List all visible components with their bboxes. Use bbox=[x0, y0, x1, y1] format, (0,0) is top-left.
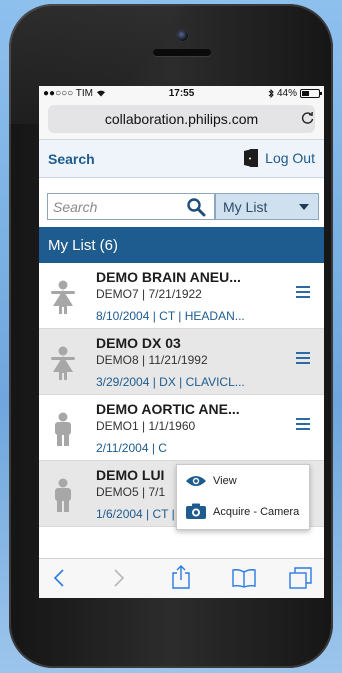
share-icon[interactable] bbox=[171, 565, 191, 589]
patient-name: DEMO LUI bbox=[96, 467, 165, 483]
phone-screen: ●●○○○ TIM 17:55 44% collaboration.philip… bbox=[39, 86, 324, 598]
battery-icon bbox=[300, 88, 322, 98]
study-info: 8/10/2004 | CT | HEADAN... bbox=[96, 309, 245, 323]
row-action-popup: View Acquire - Camera bbox=[176, 464, 310, 530]
patient-name: DEMO BRAIN ANEU... bbox=[96, 269, 241, 285]
battery-fill bbox=[302, 90, 310, 96]
patient-id-dob: DEMO5 | 7/1 bbox=[96, 485, 166, 499]
chevron-down-icon bbox=[299, 204, 309, 210]
list-dropdown[interactable]: My List bbox=[215, 193, 319, 220]
earpiece-speaker bbox=[153, 49, 211, 56]
patient-male-icon bbox=[55, 478, 71, 512]
filter-bar: My List bbox=[39, 178, 324, 227]
row-menu-icon[interactable] bbox=[296, 352, 310, 366]
list-item[interactable]: DEMO BRAIN ANEU... DEMO7 | 7/21/1922 8/1… bbox=[39, 263, 324, 329]
search-icon[interactable] bbox=[186, 197, 206, 217]
status-right: 44% bbox=[268, 87, 322, 99]
search-box bbox=[47, 193, 215, 220]
popup-item-label: Acquire - Camera bbox=[213, 505, 300, 518]
bookmarks-icon[interactable] bbox=[232, 568, 256, 588]
patient-female-icon bbox=[51, 346, 75, 380]
forward-icon[interactable] bbox=[113, 568, 125, 588]
list-header-title: My List (6) bbox=[48, 236, 119, 254]
popup-item-label: View bbox=[213, 475, 237, 487]
browser-toolbar bbox=[39, 558, 324, 598]
list-item[interactable]: DEMO AORTIC ANE... DEMO1 | 1/1/1960 2/11… bbox=[39, 395, 324, 461]
reload-icon[interactable] bbox=[301, 111, 314, 125]
tabs-icon[interactable] bbox=[289, 567, 313, 589]
patient-name: DEMO DX 03 bbox=[96, 335, 181, 351]
list-dropdown-value: My List bbox=[223, 198, 268, 215]
logout-label: Log Out bbox=[265, 150, 315, 166]
eye-icon bbox=[186, 476, 206, 486]
patient-id-dob: DEMO7 | 7/21/1922 bbox=[96, 287, 202, 301]
patient-female-icon bbox=[51, 280, 75, 314]
popup-item-acquire-camera[interactable]: Acquire - Camera bbox=[185, 503, 299, 520]
bluetooth-icon bbox=[268, 88, 274, 98]
search-link[interactable]: Search bbox=[48, 151, 95, 167]
logout-button[interactable]: Log Out bbox=[243, 148, 315, 168]
row-menu-icon[interactable] bbox=[296, 418, 310, 432]
popup-item-view[interactable]: View bbox=[185, 474, 237, 488]
url-field[interactable]: collaboration.philips.com bbox=[48, 105, 315, 133]
patient-male-icon bbox=[55, 412, 71, 446]
patient-id-dob: DEMO1 | 1/1/1960 bbox=[96, 419, 196, 433]
url-text: collaboration.philips.com bbox=[104, 111, 259, 127]
row-menu-icon[interactable] bbox=[296, 286, 310, 300]
list-item[interactable]: DEMO DX 03 DEMO8 | 11/21/1992 3/29/2004 … bbox=[39, 329, 324, 395]
list-header: My List (6) bbox=[39, 227, 324, 263]
front-camera bbox=[176, 29, 189, 42]
browser-url-bar: collaboration.philips.com bbox=[39, 100, 324, 140]
app-header: Search Log Out bbox=[39, 140, 324, 178]
patient-id-dob: DEMO8 | 11/21/1992 bbox=[96, 353, 208, 367]
study-info: 3/29/2004 | DX | CLAVICL... bbox=[96, 375, 245, 389]
study-info: 2/11/2004 | C bbox=[96, 441, 167, 455]
back-icon[interactable] bbox=[53, 568, 65, 588]
search-input[interactable] bbox=[53, 198, 183, 215]
battery-percent: 44% bbox=[276, 87, 297, 99]
camera-icon bbox=[186, 503, 206, 519]
logout-door-icon bbox=[244, 149, 259, 167]
status-bar: ●●○○○ TIM 17:55 44% bbox=[39, 86, 324, 100]
patient-name: DEMO AORTIC ANE... bbox=[96, 401, 240, 417]
